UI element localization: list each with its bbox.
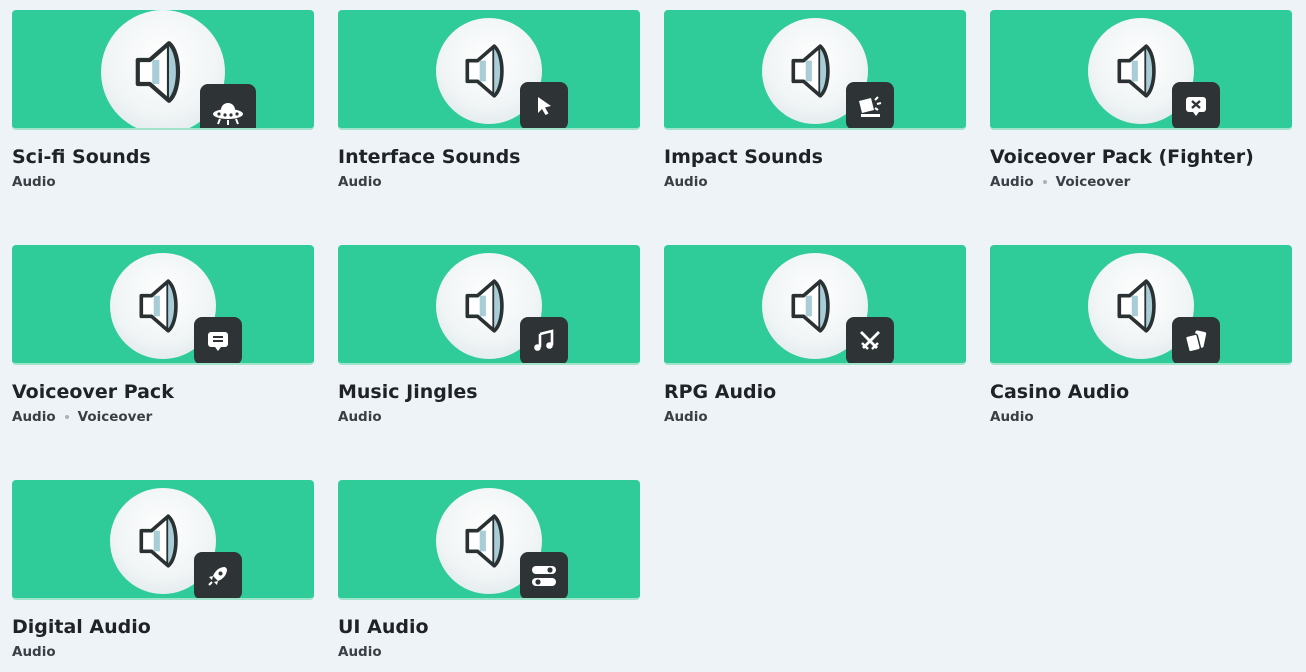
cards-icon (1172, 317, 1220, 363)
ufo-icon (200, 84, 256, 128)
asset-category: Audio (664, 174, 708, 190)
asset-thumbnail[interactable] (12, 10, 314, 130)
asset-title[interactable]: Interface Sounds (338, 146, 640, 168)
asset-card-music-jingles[interactable]: Music Jingles Audio (338, 245, 640, 425)
asset-thumbnail[interactable] (338, 480, 640, 600)
separator-dot (64, 415, 69, 419)
asset-meta: Audio (990, 409, 1292, 425)
asset-thumbnail[interactable] (12, 245, 314, 365)
separator-dot (1042, 180, 1047, 184)
asset-card-voiceover-pack[interactable]: Voiceover Pack Audio Voiceover (12, 245, 314, 425)
asset-meta: Audio (12, 174, 314, 190)
asset-thumbnail[interactable] (990, 245, 1292, 365)
asset-category: Audio (338, 174, 382, 190)
crossed-swords-icon (846, 317, 894, 363)
asset-meta: Audio (664, 174, 966, 190)
asset-subcategory: Voiceover (77, 409, 153, 425)
asset-title[interactable]: Impact Sounds (664, 146, 966, 168)
asset-title[interactable]: Casino Audio (990, 381, 1292, 403)
asset-card-interface-sounds[interactable]: Interface Sounds Audio (338, 10, 640, 190)
asset-card-digital-audio[interactable]: Digital Audio Audio (12, 480, 314, 660)
asset-card-rpg-audio[interactable]: RPG Audio Audio (664, 245, 966, 425)
asset-category: Audio (990, 409, 1034, 425)
asset-card-ui-audio[interactable]: UI Audio Audio (338, 480, 640, 660)
asset-subcategory: Voiceover (1055, 174, 1131, 190)
asset-meta: Audio (338, 644, 640, 660)
asset-category: Audio (664, 409, 708, 425)
asset-card-casino-audio[interactable]: Casino Audio Audio (990, 245, 1292, 425)
asset-category: Audio (338, 409, 382, 425)
asset-title[interactable]: Voiceover Pack (12, 381, 314, 403)
asset-title[interactable]: Sci-fi Sounds (12, 146, 314, 168)
asset-title[interactable]: RPG Audio (664, 381, 966, 403)
asset-thumbnail[interactable] (338, 10, 640, 130)
asset-thumbnail[interactable] (664, 10, 966, 130)
asset-card-voiceover-pack-fighter[interactable]: Voiceover Pack (Fighter) Audio Voiceover (990, 10, 1292, 190)
asset-meta: Audio (338, 174, 640, 190)
asset-title[interactable]: UI Audio (338, 616, 640, 638)
asset-card-impact-sounds[interactable]: Impact Sounds Audio (664, 10, 966, 190)
asset-category: Audio (990, 174, 1034, 190)
speech-bubble-icon (194, 317, 242, 363)
cursor-icon (520, 82, 568, 128)
speech-cross-icon (1172, 82, 1220, 128)
asset-meta: Audio Voiceover (990, 174, 1292, 190)
toggles-icon (520, 552, 568, 598)
asset-meta: Audio (664, 409, 966, 425)
asset-category: Audio (12, 174, 56, 190)
asset-title[interactable]: Music Jingles (338, 381, 640, 403)
asset-category: Audio (338, 644, 382, 660)
asset-category: Audio (12, 409, 56, 425)
impact-icon (846, 82, 894, 128)
asset-thumbnail[interactable] (12, 480, 314, 600)
asset-thumbnail[interactable] (664, 245, 966, 365)
asset-category: Audio (12, 644, 56, 660)
asset-title[interactable]: Voiceover Pack (Fighter) (990, 146, 1292, 168)
asset-meta: Audio (338, 409, 640, 425)
asset-thumbnail[interactable] (338, 245, 640, 365)
asset-meta: Audio (12, 644, 314, 660)
asset-grid: Sci-fi Sounds Audio Interface Sounds Aud… (0, 0, 1306, 672)
asset-thumbnail[interactable] (990, 10, 1292, 130)
asset-meta: Audio Voiceover (12, 409, 314, 425)
asset-card-sci-fi-sounds[interactable]: Sci-fi Sounds Audio (12, 10, 314, 190)
asset-title[interactable]: Digital Audio (12, 616, 314, 638)
rocket-icon (194, 552, 242, 598)
music-note-icon (520, 317, 568, 363)
